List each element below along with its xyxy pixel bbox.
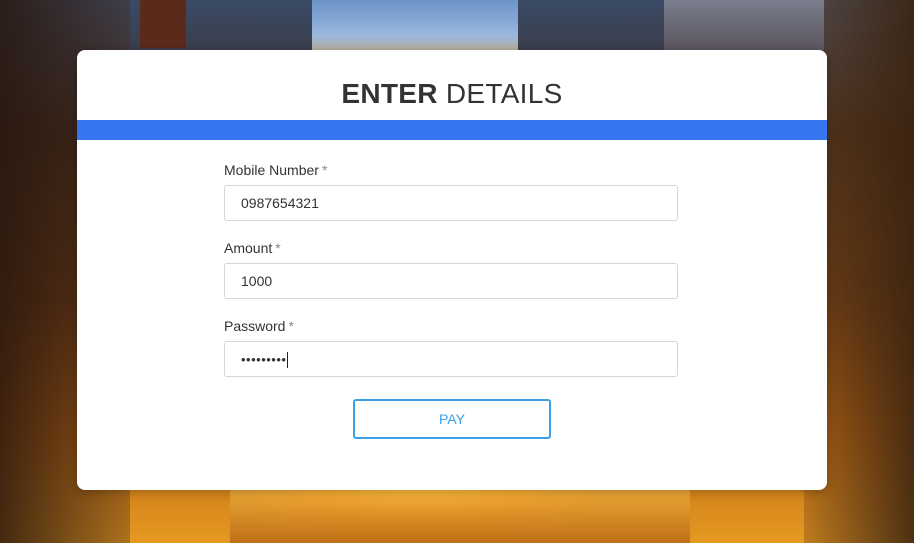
title-bold-text: ENTER xyxy=(341,78,438,109)
required-mark: * xyxy=(321,162,328,178)
password-input[interactable]: ••••••••• xyxy=(224,341,678,377)
background-sign xyxy=(140,0,186,48)
amount-input[interactable]: 1000 xyxy=(224,263,678,299)
amount-value: 1000 xyxy=(241,273,273,289)
password-label-text: Password xyxy=(224,318,286,334)
required-mark: * xyxy=(275,240,281,256)
background-building xyxy=(664,0,824,50)
mobile-number-label: Mobile Number * xyxy=(224,162,327,178)
amount-label: Amount * xyxy=(224,240,281,256)
mobile-number-value: 0987654321 xyxy=(241,195,319,211)
amount-label-text: Amount xyxy=(224,240,273,256)
background-street xyxy=(230,490,690,543)
accent-bar xyxy=(77,120,827,140)
card-title: ENTER DETAILS xyxy=(77,78,827,110)
mobile-number-input[interactable]: 0987654321 xyxy=(224,185,678,221)
password-label: Password * xyxy=(224,318,294,334)
mobile-number-label-text: Mobile Number xyxy=(224,162,319,178)
pay-button[interactable]: PAY xyxy=(353,399,551,439)
required-mark: * xyxy=(288,318,294,334)
title-light-text: DETAILS xyxy=(445,78,563,109)
details-card: ENTER DETAILS Mobile Number * 0987654321 … xyxy=(77,50,827,490)
text-caret xyxy=(287,352,289,369)
password-masked-value: ••••••••• xyxy=(241,352,287,367)
